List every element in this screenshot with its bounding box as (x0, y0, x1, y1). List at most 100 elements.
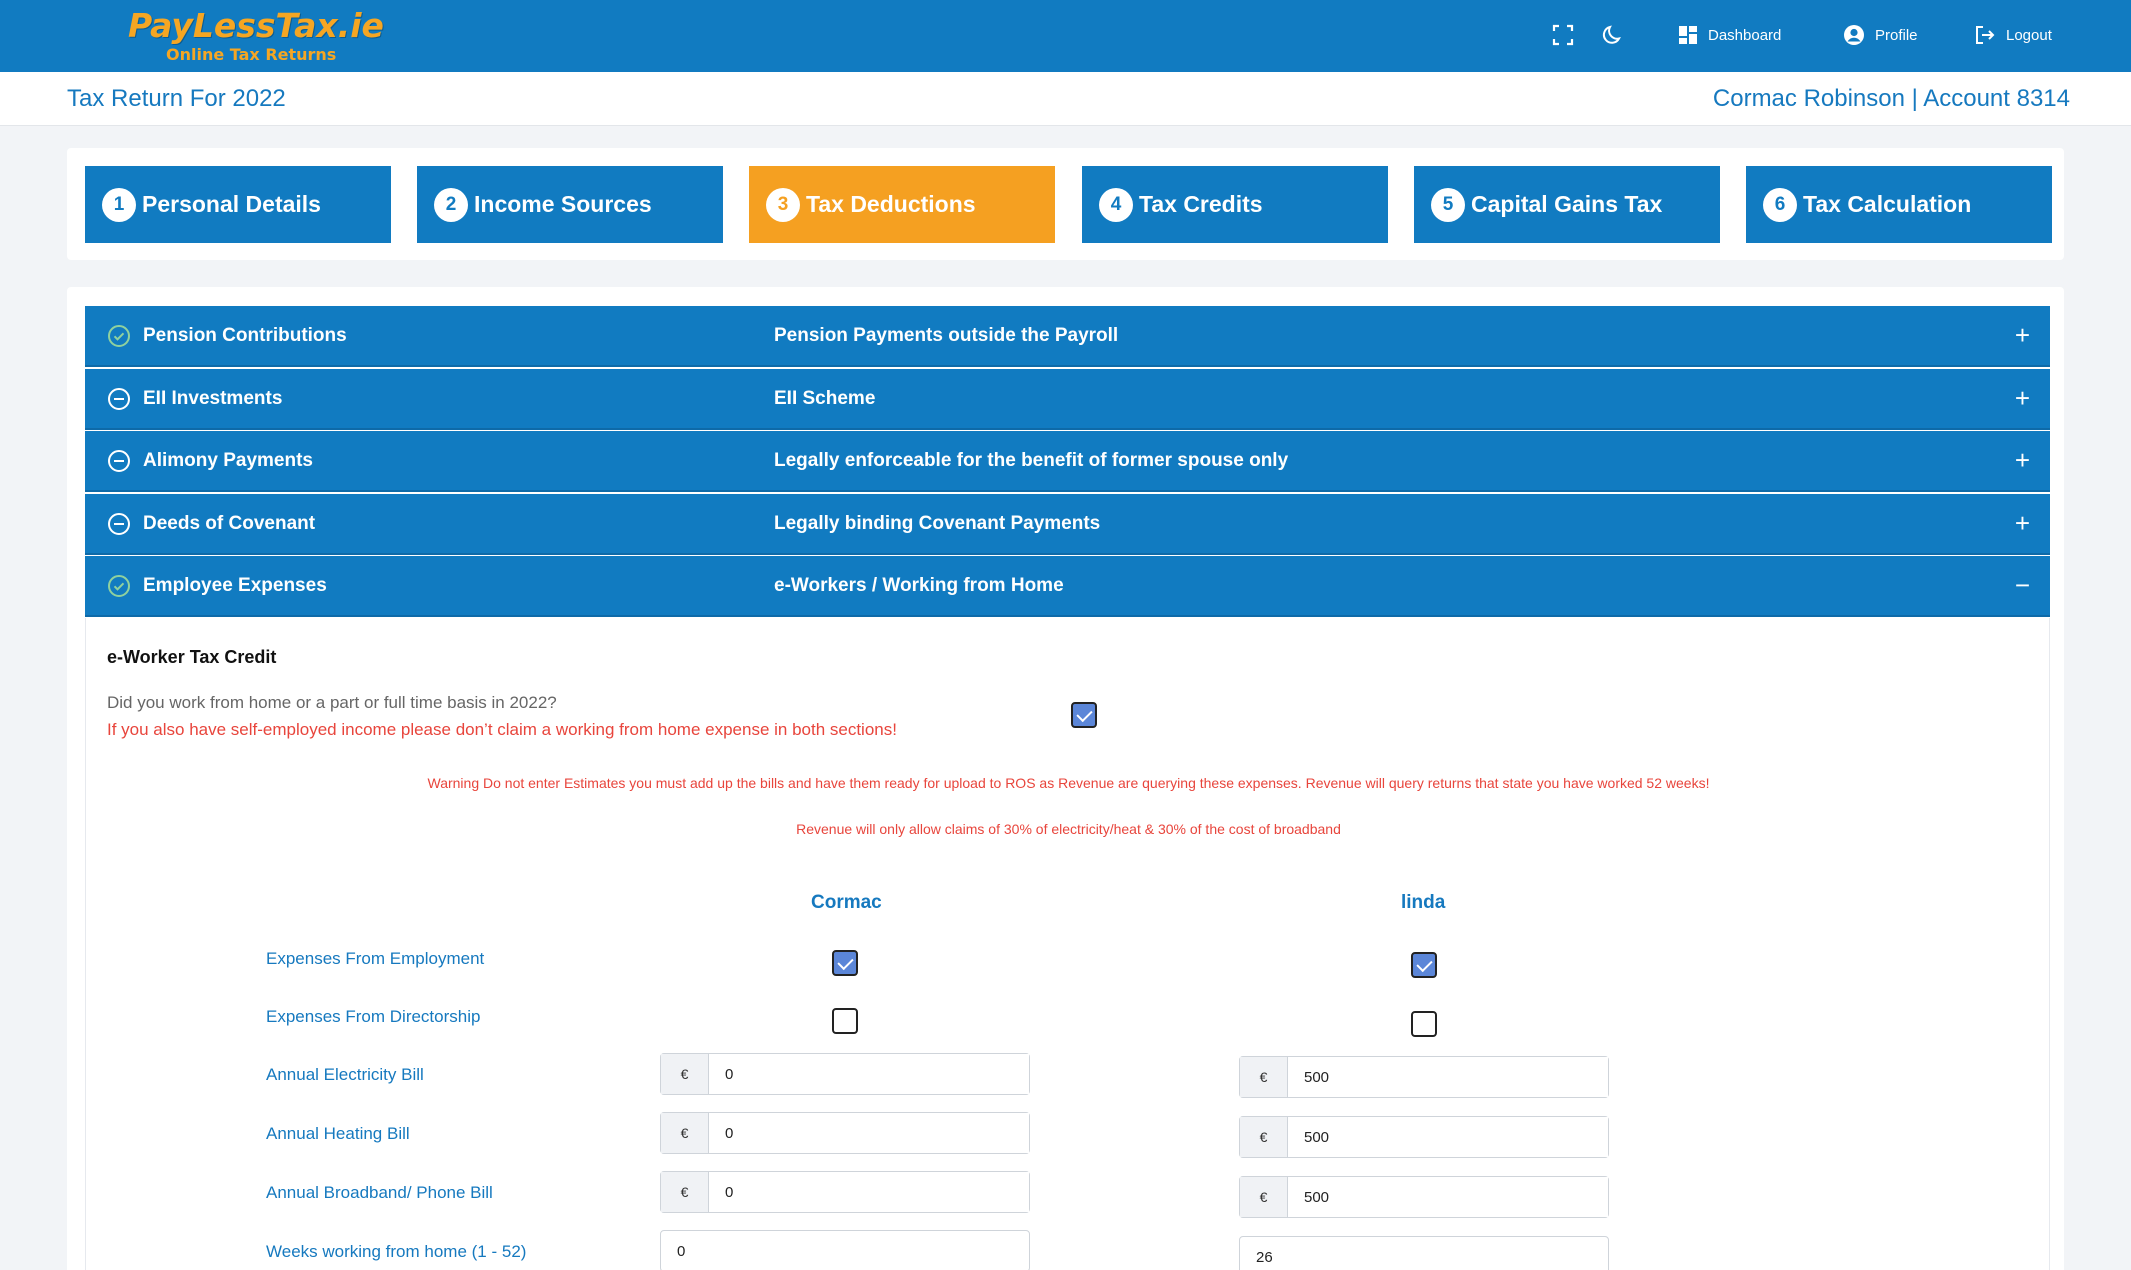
step-tax-credits[interactable]: 4 Tax Credits (1082, 166, 1388, 243)
label-expenses-directorship: Expenses From Directorship (266, 1007, 481, 1026)
accordion-label: Alimony Payments (143, 450, 313, 471)
accordion-description: EII Scheme (774, 388, 876, 409)
dashboard-label: Dashboard (1708, 26, 1782, 44)
linda-heating-input[interactable] (1288, 1117, 1608, 1157)
linda-broadband-field[interactable]: € (1239, 1176, 1609, 1218)
linda-broadband-input[interactable] (1288, 1177, 1608, 1217)
check-circle-icon (108, 575, 130, 597)
accordion-label: Deeds of Covenant (143, 513, 316, 534)
cormac-employment-checkbox[interactable] (832, 950, 858, 976)
step-label: Tax Calculation (1803, 191, 1972, 217)
linda-electricity-field[interactable]: € (1239, 1056, 1609, 1098)
accordion-pension-contributions[interactable]: Pension Contributions Pension Payments o… (85, 306, 2050, 367)
page-title: Tax Return For 2022 (67, 85, 286, 112)
step-tax-calculation[interactable]: 6 Tax Calculation (1746, 166, 2052, 243)
accordion-eii-investments[interactable]: EII Investments EII Scheme + (85, 369, 2050, 430)
linda-heating-field[interactable]: € (1239, 1116, 1609, 1158)
step-label: Capital Gains Tax (1471, 191, 1663, 217)
minus-circle-icon (108, 450, 130, 472)
accordion-label: Pension Contributions (143, 325, 347, 346)
euro-prefix: € (661, 1172, 709, 1212)
fullscreen-icon[interactable] (1550, 22, 1576, 48)
cormac-heating-field[interactable]: € (660, 1112, 1030, 1154)
column-header-linda: linda (1401, 892, 1446, 913)
employee-expenses-panel: e-Worker Tax Credit Did you work from ho… (85, 618, 2050, 1270)
cormac-heating-input[interactable] (709, 1113, 1029, 1153)
euro-prefix: € (661, 1054, 709, 1094)
title-bar: Tax Return For 2022 Cormac Robinson | Ac… (0, 72, 2131, 126)
label-broadband-bill: Annual Broadband/ Phone Bill (266, 1183, 493, 1202)
section-title: e-Worker Tax Credit (107, 647, 277, 667)
step-number: 5 (1431, 187, 1465, 222)
linda-directorship-checkbox[interactable] (1411, 1011, 1437, 1037)
collapse-icon[interactable]: − (2015, 570, 2030, 600)
step-income-sources[interactable]: 2 Income Sources (417, 166, 723, 243)
work-from-home-checkbox[interactable] (1071, 702, 1097, 728)
step-label: Tax Credits (1139, 191, 1263, 217)
step-tax-deductions[interactable]: 3 Tax Deductions (749, 166, 1055, 243)
step-number: 3 (766, 187, 800, 222)
cormac-electricity-input[interactable] (709, 1054, 1029, 1094)
logout-link[interactable]: Logout (1974, 22, 2052, 48)
account-info: Cormac Robinson | Account 8314 (1712, 85, 2070, 112)
cormac-directorship-checkbox[interactable] (832, 1008, 858, 1034)
top-navbar: PayLessTax.ie Online Tax Returns Dashboa… (0, 0, 2131, 72)
cormac-weeks-input[interactable] (660, 1230, 1030, 1270)
label-weeks-from-home: Weeks working from home (1 - 52) (266, 1242, 527, 1261)
accordion-label: Employee Expenses (143, 575, 327, 596)
self-employed-warning: If you also have self-employed income pl… (107, 720, 897, 739)
dashboard-icon (1679, 26, 1697, 44)
step-capital-gains-tax[interactable]: 5 Capital Gains Tax (1414, 166, 1720, 243)
euro-prefix: € (1240, 1177, 1288, 1217)
expand-icon[interactable]: + (2015, 508, 2030, 538)
minus-circle-icon (108, 513, 130, 535)
expand-icon[interactable]: + (2015, 383, 2030, 413)
brand-name: PayLessTax.ie (128, 6, 384, 45)
euro-prefix: € (1240, 1057, 1288, 1097)
euro-prefix: € (661, 1113, 709, 1153)
brand-tagline: Online Tax Returns (166, 45, 337, 64)
column-header-cormac: Cormac (811, 892, 882, 913)
linda-employment-checkbox[interactable] (1411, 952, 1437, 978)
profile-label: Profile (1875, 26, 1918, 44)
estimates-warning: Warning Do not enter Estimates you must … (427, 775, 1710, 791)
cormac-broadband-input[interactable] (709, 1172, 1029, 1212)
accordion-description: Legally binding Covenant Payments (774, 513, 1101, 534)
step-number: 4 (1099, 187, 1133, 222)
brand-logo[interactable]: PayLessTax.ie Online Tax Returns (128, 6, 384, 66)
minus-circle-icon (108, 388, 130, 410)
step-label: Tax Deductions (806, 191, 976, 217)
step-number: 6 (1763, 187, 1797, 222)
accordion-deeds-of-covenant[interactable]: Deeds of Covenant Legally binding Covena… (85, 494, 2050, 555)
step-personal-details[interactable]: 1 Personal Details (85, 166, 391, 243)
deductions-card: Pension Contributions Pension Payments o… (67, 287, 2064, 1270)
step-label: Income Sources (474, 191, 652, 217)
step-number: 1 (102, 187, 136, 222)
moon-icon[interactable] (1600, 22, 1626, 48)
accordion-employee-expenses[interactable]: Employee Expenses e-Workers / Working fr… (85, 556, 2050, 617)
expand-icon[interactable]: + (2015, 320, 2030, 350)
label-expenses-employment: Expenses From Employment (266, 949, 485, 968)
step-label: Personal Details (142, 191, 321, 217)
expand-icon[interactable]: + (2015, 445, 2030, 475)
accordion-description: Legally enforceable for the benefit of f… (774, 450, 1289, 471)
revenue-note: Revenue will only allow claims of 30% of… (796, 821, 1341, 837)
euro-prefix: € (1240, 1117, 1288, 1157)
label-electricity-bill: Annual Electricity Bill (266, 1065, 424, 1084)
accordion-description: Pension Payments outside the Payroll (774, 325, 1119, 346)
logout-icon (1976, 26, 1995, 44)
accordion-description: e-Workers / Working from Home (774, 575, 1064, 596)
step-tabs: 1 Personal Details 2 Income Sources 3 Ta… (67, 148, 2064, 260)
accordion-label: EII Investments (143, 388, 283, 409)
user-circle-icon (1844, 25, 1864, 45)
linda-weeks-input[interactable] (1239, 1236, 1609, 1270)
accordion-alimony-payments[interactable]: Alimony Payments Legally enforceable for… (85, 431, 2050, 492)
check-circle-icon (108, 325, 130, 347)
cormac-electricity-field[interactable]: € (660, 1053, 1030, 1095)
cormac-broadband-field[interactable]: € (660, 1171, 1030, 1213)
work-from-home-question: Did you work from home or a part or full… (107, 693, 557, 712)
logout-label: Logout (2006, 26, 2052, 44)
linda-electricity-input[interactable] (1288, 1057, 1608, 1097)
profile-link[interactable]: Profile (1843, 22, 1918, 48)
dashboard-link[interactable]: Dashboard (1678, 22, 1781, 48)
